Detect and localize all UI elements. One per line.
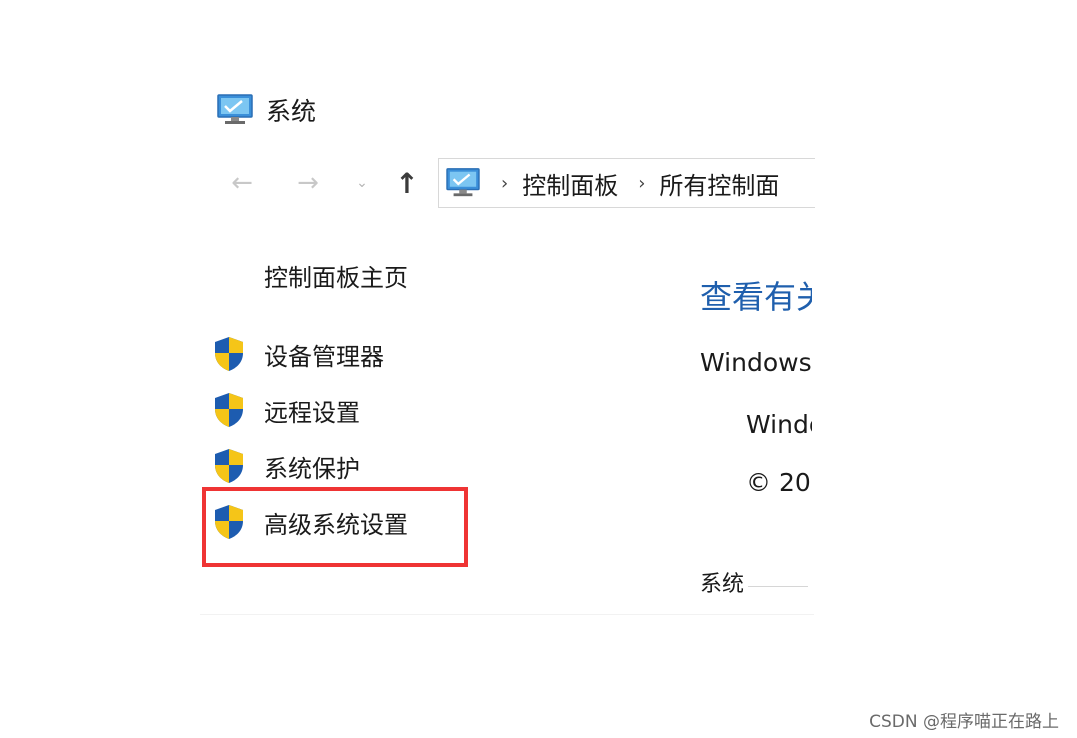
windows-name: Windows bbox=[746, 410, 812, 439]
control-panel-home-link[interactable]: 控制面板主页 bbox=[264, 258, 408, 293]
sidebar-item-device-manager[interactable]: 设备管理器 bbox=[212, 334, 384, 374]
section-divider bbox=[748, 585, 809, 587]
back-button[interactable]: ← bbox=[224, 166, 260, 200]
monitor-icon bbox=[217, 94, 253, 124]
sidebar-item-remote-settings[interactable]: 远程设置 bbox=[212, 390, 360, 430]
forward-arrow-icon: → bbox=[297, 168, 319, 198]
uac-shield-icon bbox=[215, 393, 243, 427]
back-arrow-icon: ← bbox=[231, 168, 253, 198]
breadcrumb-separator-icon[interactable]: › bbox=[638, 173, 645, 194]
section-title: 系统 bbox=[700, 572, 745, 597]
watermark: CSDN @程序喵正在路上 bbox=[869, 712, 1059, 732]
breadcrumb-all-control-panel-items[interactable]: 所有控制面 bbox=[659, 166, 779, 201]
forward-button[interactable]: → bbox=[290, 166, 326, 200]
highlight-annotation-box bbox=[202, 487, 468, 567]
uac-shield-icon bbox=[215, 337, 243, 371]
monitor-icon bbox=[446, 168, 480, 197]
navigation-bar: ← → ⌄ ↑ › 控制面板 › 所有控制面 bbox=[224, 158, 815, 208]
uac-shield-icon bbox=[215, 449, 243, 483]
system-section-header: 系统 bbox=[700, 566, 809, 598]
sidebar-item-label: 设备管理器 bbox=[264, 342, 384, 371]
main-content-panel: 查看有关 Windows Windows © 20 系统 bbox=[700, 260, 812, 620]
sidebar-item-label: 远程设置 bbox=[264, 398, 360, 427]
breadcrumb-separator-icon[interactable]: › bbox=[501, 173, 508, 194]
breadcrumb-control-panel[interactable]: 控制面板 bbox=[522, 166, 618, 201]
up-arrow-icon: ↑ bbox=[395, 166, 419, 200]
recent-locations-button[interactable]: ⌄ bbox=[352, 166, 372, 200]
sidebar-item-system-protection[interactable]: 系统保护 bbox=[212, 446, 360, 486]
window-title-bar: 系统 bbox=[216, 92, 316, 128]
page-heading: 查看有关 bbox=[700, 278, 812, 316]
sidebar-item-label: 系统保护 bbox=[264, 454, 360, 483]
copyright-text: © 20 bbox=[746, 468, 811, 497]
address-bar[interactable]: › 控制面板 › 所有控制面 bbox=[438, 158, 815, 208]
up-button[interactable]: ↑ bbox=[390, 166, 424, 200]
window-bottom-edge bbox=[200, 614, 814, 615]
window-title: 系统 bbox=[266, 97, 317, 126]
windows-edition-label: Windows bbox=[700, 348, 812, 377]
chevron-down-icon: ⌄ bbox=[356, 175, 368, 191]
